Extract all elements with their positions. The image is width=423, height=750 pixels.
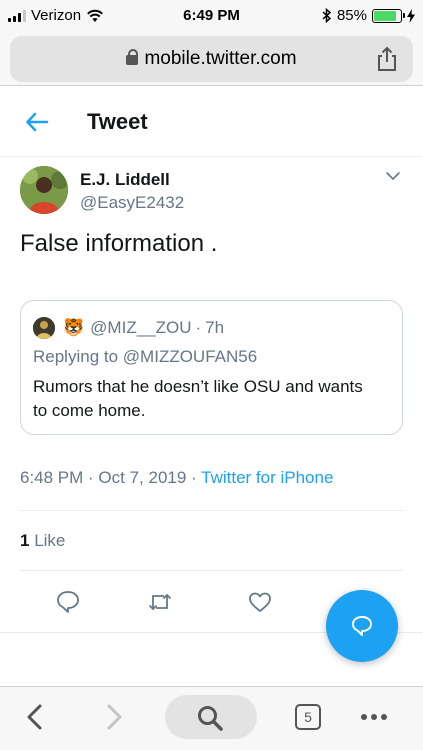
battery-percent: 85% xyxy=(336,7,367,24)
quoted-author-avatar xyxy=(33,317,55,339)
tiger-emoji-icon: 🐯 xyxy=(63,318,85,337)
tweet-header: Tweet xyxy=(0,87,423,157)
quoted-separator: · xyxy=(195,318,202,337)
page-title: Tweet xyxy=(87,109,148,134)
chevron-down-icon[interactable] xyxy=(385,170,401,182)
quoted-tweet-text: Rumors that he doesn’t like OSU and want… xyxy=(33,377,363,420)
battery-icon xyxy=(372,8,405,23)
browser-back-icon[interactable] xyxy=(20,701,52,733)
retweet-icon[interactable] xyxy=(147,589,173,615)
share-icon[interactable] xyxy=(373,45,401,73)
quoted-age: 7h xyxy=(205,318,225,337)
replying-to-label: Replying to xyxy=(33,347,119,366)
replying-to: Replying to @MIZZOUFAN56 xyxy=(33,347,257,367)
tweet-text: False information . xyxy=(20,230,218,257)
browser-forward-icon[interactable] xyxy=(97,701,129,733)
address-bar[interactable]: mobile.twitter.com xyxy=(10,36,413,82)
browser-toolbar: 5 xyxy=(0,686,423,750)
status-right: 85% xyxy=(322,7,415,24)
avatar-image xyxy=(20,166,68,214)
tweet-meta: 6:48 PM · Oct 7, 2019 · Twitter for iPho… xyxy=(20,468,333,488)
url-text: mobile.twitter.com xyxy=(144,48,297,69)
replying-to-handle: @MIZZOUFAN56 xyxy=(122,347,258,366)
address-text-wrap: mobile.twitter.com xyxy=(10,48,413,70)
tweet-timestamp: 6:48 PM · Oct 7, 2019 · xyxy=(20,468,197,487)
likes-number: 1 xyxy=(20,531,30,550)
author-name[interactable]: E.J. Liddell xyxy=(80,170,170,190)
like-heart-icon[interactable] xyxy=(247,589,273,615)
back-arrow-icon[interactable] xyxy=(24,109,50,135)
tweet-source-link[interactable]: Twitter for iPhone xyxy=(201,468,333,487)
status-bar: Verizon 6:49 PM 85% xyxy=(0,0,423,32)
charging-icon xyxy=(407,8,415,23)
more-options-icon[interactable] xyxy=(358,701,390,733)
likes-count[interactable]: 1 Like xyxy=(20,531,65,551)
likes-label: Like xyxy=(34,531,66,550)
compose-reply-button[interactable] xyxy=(326,590,398,662)
divider xyxy=(20,570,403,571)
reply-icon[interactable] xyxy=(55,589,81,615)
bluetooth-icon xyxy=(322,8,332,23)
quoted-tweet-header: 🐯 @MIZ__ZOU · 7h xyxy=(33,317,224,339)
browser-search-button[interactable] xyxy=(165,695,257,739)
author-handle[interactable]: @EasyE2432 xyxy=(80,193,184,213)
lock-icon xyxy=(126,49,139,65)
tabs-button[interactable]: 5 xyxy=(295,704,321,730)
quoted-tweet-card[interactable]: 🐯 @MIZ__ZOU · 7h Replying to @MIZZOUFAN5… xyxy=(20,300,403,435)
browser-address-area: mobile.twitter.com xyxy=(0,32,423,86)
search-icon xyxy=(198,706,223,731)
author-avatar[interactable] xyxy=(20,166,68,214)
compose-bubble-icon xyxy=(352,616,372,636)
quoted-author-handle: @MIZ__ZOU xyxy=(90,318,192,337)
divider xyxy=(20,510,403,511)
